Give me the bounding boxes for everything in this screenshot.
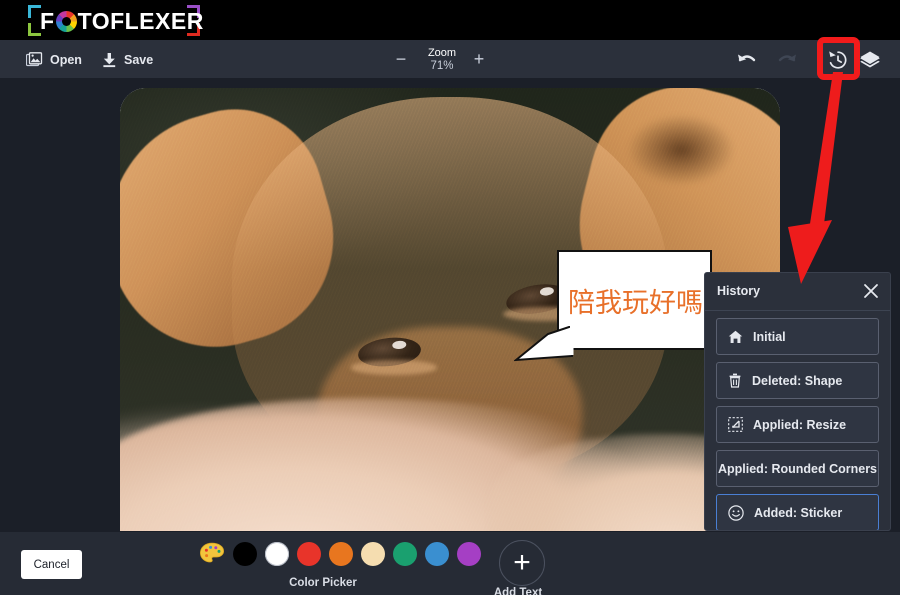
history-button[interactable] — [826, 48, 850, 72]
top-toolbar: Open Save − Zoom 71% + — [0, 40, 900, 79]
history-item-added-sticker[interactable]: Added: Sticker — [716, 494, 879, 531]
history-item-label: Deleted: Shape — [752, 374, 842, 388]
undo-button[interactable] — [734, 48, 758, 72]
open-button[interactable]: Open — [26, 40, 82, 79]
cancel-button[interactable]: Cancel — [21, 550, 82, 579]
color-swatch-row — [199, 542, 481, 566]
history-panel-header: History — [705, 273, 890, 311]
color-palette-icon[interactable] — [199, 542, 225, 566]
color-picker-label: Color Picker — [199, 577, 447, 589]
history-item-label: Applied: Rounded Corners — [718, 462, 877, 476]
swatch-peach[interactable] — [361, 542, 385, 566]
bottom-toolbar: Cancel Color Picker — [0, 531, 900, 595]
add-text-label: Add Text — [489, 587, 547, 595]
logo-letters-rest: TOFLEXER — [78, 8, 204, 34]
swatch-green[interactable] — [393, 542, 417, 566]
swatch-purple[interactable] — [457, 542, 481, 566]
zoom-title: Zoom — [428, 47, 456, 60]
home-icon — [728, 330, 743, 344]
close-icon[interactable] — [862, 282, 880, 300]
save-button[interactable]: Save — [102, 40, 153, 79]
history-item-applied-resize[interactable]: Applied: Resize — [716, 406, 879, 443]
add-text-button[interactable]: + Add Text — [497, 540, 547, 595]
history-panel-title: History — [717, 284, 760, 298]
image-stack-icon — [26, 52, 43, 68]
swatch-red[interactable] — [297, 542, 321, 566]
logo-wordmark: F TOFLEXER — [40, 8, 204, 35]
history-item-label: Applied: Resize — [753, 418, 846, 432]
smiley-icon — [728, 505, 744, 521]
speech-bubble-tail — [514, 326, 574, 362]
zoom-readout: Zoom 71% — [428, 47, 456, 73]
resize-icon — [728, 417, 743, 432]
history-panel: History Initial — [704, 272, 891, 531]
layers-button[interactable] — [858, 48, 882, 72]
add-text-plus-icon: + — [499, 540, 545, 586]
save-button-label: Save — [124, 53, 153, 67]
history-item-label: Initial — [753, 330, 786, 344]
download-icon — [102, 52, 117, 68]
redo-button[interactable] — [776, 48, 800, 72]
history-item-applied-rounded-corners[interactable]: Applied: Rounded Corners — [716, 450, 879, 487]
swatch-black[interactable] — [233, 542, 257, 566]
history-item-deleted-shape[interactable]: Deleted: Shape — [716, 362, 879, 399]
history-item-list: Initial Deleted: Shape — [705, 311, 890, 531]
trash-icon — [728, 373, 742, 388]
fotoflexer-logo: FTOFLEXER — [28, 2, 200, 38]
zoom-out-button[interactable]: − — [392, 51, 410, 69]
history-item-label: Added: Sticker — [754, 506, 842, 520]
zoom-in-button[interactable]: + — [470, 51, 488, 69]
fotoflexer-app-window: F TOFLEXER Open — [0, 0, 900, 595]
zoom-control: − Zoom 71% + — [392, 40, 492, 79]
swatch-white[interactable] — [265, 542, 289, 566]
speech-bubble-text: 陪我玩好嗎 — [568, 281, 703, 320]
history-item-initial[interactable]: Initial — [716, 318, 879, 355]
open-button-label: Open — [50, 53, 82, 67]
logo-letter-f: F — [40, 8, 55, 34]
swatch-orange[interactable] — [329, 542, 353, 566]
logo-color-wheel-icon — [56, 11, 77, 32]
swatch-blue[interactable] — [425, 542, 449, 566]
speech-bubble-sticker[interactable]: 陪我玩好嗎 — [557, 250, 712, 350]
zoom-value: 71% — [428, 60, 456, 73]
brand-bar: F TOFLEXER — [0, 0, 900, 40]
